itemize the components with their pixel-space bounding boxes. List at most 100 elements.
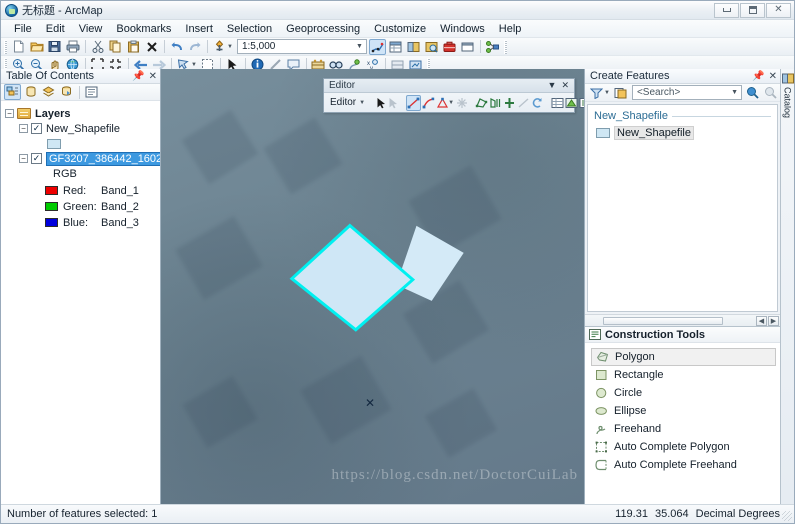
- redo-icon[interactable]: [186, 39, 203, 55]
- selected-polygon[interactable]: [289, 223, 416, 332]
- menu-edit[interactable]: Edit: [39, 22, 72, 36]
- list-by-source-icon[interactable]: [22, 84, 39, 100]
- layer-visibility-checkbox[interactable]: ✓: [31, 153, 42, 164]
- close-icon[interactable]: ✕: [149, 71, 157, 82]
- sketch-properties-icon[interactable]: [565, 95, 578, 111]
- close-icon[interactable]: ✕: [769, 71, 777, 82]
- paste-icon[interactable]: [125, 39, 142, 55]
- menu-geoprocessing[interactable]: Geoprocessing: [279, 22, 367, 36]
- scroll-right-button[interactable]: ▶: [768, 315, 779, 326]
- end-point-arc-segment-icon[interactable]: [422, 95, 435, 111]
- trace-icon[interactable]: [436, 95, 449, 111]
- map-features-layer[interactable]: [161, 69, 584, 504]
- organize-templates-icon[interactable]: [588, 85, 605, 101]
- edit-annotation-tool-icon[interactable]: [388, 95, 399, 111]
- new-document-icon[interactable]: [10, 39, 27, 55]
- undo-icon[interactable]: [168, 39, 185, 55]
- clear-search-icon[interactable]: [762, 85, 779, 101]
- arctoolbox-icon[interactable]: [441, 39, 458, 55]
- maximize-button[interactable]: [740, 2, 765, 18]
- create-features-window-icon[interactable]: [579, 95, 584, 111]
- save-document-icon[interactable]: [46, 39, 63, 55]
- add-data-icon[interactable]: [211, 39, 228, 55]
- toc-symbol-new-shapefile[interactable]: [5, 136, 160, 151]
- model-builder-icon[interactable]: [484, 39, 501, 55]
- menu-file[interactable]: File: [7, 22, 39, 36]
- list-by-visibility-icon[interactable]: [40, 84, 57, 100]
- python-window-icon[interactable]: [459, 39, 476, 55]
- construction-tool-ellipse[interactable]: Ellipse: [591, 402, 776, 420]
- map-scale-combo[interactable]: 1:5,000 ▼: [236, 39, 367, 54]
- close-button[interactable]: ✕: [766, 2, 791, 18]
- construction-tool-rectangle[interactable]: Rectangle: [591, 366, 776, 384]
- unselected-polygon[interactable]: [396, 225, 464, 301]
- toolbar-overflow-grip[interactable]: [503, 39, 507, 54]
- construction-tool-auto-complete-polygon[interactable]: Auto Complete Polygon: [591, 438, 776, 456]
- catalog-side-tab[interactable]: Catalog: [780, 69, 794, 504]
- construction-tool-auto-complete-freehand[interactable]: Auto Complete Freehand: [591, 456, 776, 474]
- editor-toolbar-toggle-icon[interactable]: [368, 38, 386, 55]
- construction-tool-polygon[interactable]: Polygon: [591, 348, 776, 366]
- rotate-tool-icon[interactable]: [531, 95, 544, 111]
- map-canvas[interactable]: ✕: [161, 69, 584, 504]
- toc-node-layers[interactable]: − Layers: [5, 106, 160, 121]
- open-document-icon[interactable]: [28, 39, 45, 55]
- scroll-left-button[interactable]: ◀: [756, 315, 767, 326]
- attributes-icon[interactable]: [551, 95, 564, 111]
- chevron-down-icon[interactable]: ▼: [356, 43, 363, 50]
- editor-toolbar-window[interactable]: Editor ▼ ✕ Editor ▼ ▼: [323, 78, 584, 113]
- menu-selection[interactable]: Selection: [220, 22, 279, 36]
- construction-tool-freehand[interactable]: Freehand: [591, 420, 776, 438]
- search-input[interactable]: <Search> ▼: [631, 85, 742, 100]
- create-features-list[interactable]: New_Shapefile New_Shapefile: [587, 104, 778, 312]
- chevron-down-icon[interactable]: ▼: [548, 80, 557, 91]
- toolbar-grip[interactable]: [4, 39, 7, 54]
- list-by-drawing-order-icon[interactable]: [4, 84, 21, 100]
- pin-icon[interactable]: 📌: [132, 71, 144, 82]
- map-view[interactable]: ✕ Editor ▼ ✕ Editor ▼ ▼ https://blog.csd…: [161, 69, 585, 504]
- editor-menu-button[interactable]: Editor ▼: [327, 97, 370, 108]
- delete-icon[interactable]: [143, 39, 160, 55]
- create-features-hscrollbar[interactable]: ◀ ▶: [585, 314, 780, 326]
- edit-vertices-icon[interactable]: [475, 95, 488, 111]
- new-template-icon[interactable]: [612, 85, 629, 101]
- straight-segment-icon[interactable]: [406, 94, 422, 111]
- construction-tools-list[interactable]: Polygon Rectangle Circle Ellipse Freehan…: [585, 343, 780, 504]
- collapse-icon[interactable]: −: [19, 154, 28, 163]
- collapse-icon[interactable]: −: [19, 124, 28, 133]
- layer-visibility-checkbox[interactable]: ✓: [31, 123, 42, 134]
- toc-node-raster[interactable]: − ✓ GF3207_386442_160203A0.tif: [5, 151, 160, 166]
- chevron-down-icon[interactable]: ▼: [731, 89, 738, 96]
- edit-tool-icon[interactable]: [376, 95, 387, 111]
- list-by-selection-icon[interactable]: [58, 84, 75, 100]
- cut-icon[interactable]: [89, 39, 106, 55]
- toc-node-new-shapefile[interactable]: − ✓ New_Shapefile: [5, 121, 160, 136]
- menu-insert[interactable]: Insert: [178, 22, 220, 36]
- polygon-swatch[interactable]: [47, 138, 61, 149]
- copy-icon[interactable]: [107, 39, 124, 55]
- chevron-down-icon[interactable]: ▼: [359, 100, 365, 106]
- construction-tool-circle[interactable]: Circle: [591, 384, 776, 402]
- point-tool-icon[interactable]: [456, 95, 468, 111]
- resize-grip[interactable]: [782, 511, 792, 521]
- collapse-icon[interactable]: −: [5, 109, 14, 118]
- search-window-icon[interactable]: [423, 39, 440, 55]
- menu-windows[interactable]: Windows: [433, 22, 492, 36]
- minimize-button[interactable]: [714, 2, 739, 18]
- split-tool-icon[interactable]: [517, 95, 530, 111]
- menu-view[interactable]: View: [72, 22, 110, 36]
- menu-bookmarks[interactable]: Bookmarks: [109, 22, 178, 36]
- close-icon[interactable]: ✕: [561, 80, 569, 91]
- scrollbar-thumb[interactable]: [603, 316, 723, 325]
- table-of-contents-icon[interactable]: [387, 39, 404, 55]
- print-icon[interactable]: [64, 39, 81, 55]
- menu-help[interactable]: Help: [492, 22, 529, 36]
- feature-template-item[interactable]: New_Shapefile: [588, 125, 777, 140]
- menu-customize[interactable]: Customize: [367, 22, 433, 36]
- toc-options-icon[interactable]: [83, 84, 100, 100]
- reshape-feature-icon[interactable]: [489, 95, 502, 111]
- cut-polygons-icon[interactable]: [503, 95, 516, 111]
- search-button-icon[interactable]: [744, 85, 761, 101]
- catalog-window-icon[interactable]: [405, 39, 422, 55]
- pin-icon[interactable]: 📌: [752, 71, 764, 82]
